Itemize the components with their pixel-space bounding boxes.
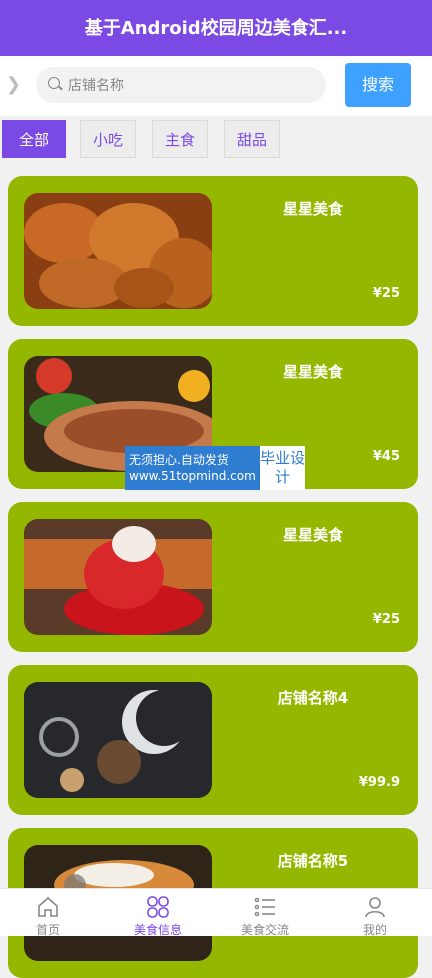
list-icon [253, 895, 277, 919]
user-icon [363, 895, 387, 919]
food-card[interactable]: 店铺名称4 ¥99.9 [8, 665, 418, 815]
food-price: ¥99.9 [358, 775, 400, 790]
watermark-side: 毕业设计 [260, 446, 305, 490]
food-name: 星星美食 [282, 363, 343, 381]
food-price: ¥45 [372, 449, 400, 464]
home-icon [36, 895, 60, 919]
food-image [24, 682, 212, 798]
food-name: 店铺名称5 [277, 852, 349, 870]
category-main[interactable]: 主食 [152, 120, 208, 158]
app-header: 基于Android校园周边美食汇... [0, 0, 432, 56]
page-title: 基于Android校园周边美食汇... [84, 18, 348, 39]
tab-food-exchange[interactable]: 美食交流 [220, 895, 310, 938]
food-image [24, 519, 212, 635]
bottom-tab-bar: 首页 美食信息 美食交流 我的 [0, 888, 432, 938]
category-snacks[interactable]: 小吃 [80, 120, 136, 158]
category-dessert[interactable]: 甜品 [224, 120, 280, 158]
grid-icon [146, 895, 170, 919]
food-price: ¥25 [372, 612, 400, 627]
food-image [24, 193, 212, 309]
category-filter: 全部 小吃 主食 甜品 [0, 120, 432, 162]
back-chevron-icon[interactable]: ❯ [6, 74, 21, 95]
watermark-line2: www.51topmind.com [129, 469, 256, 483]
search-button[interactable]: 搜索 [345, 63, 411, 107]
food-name: 星星美食 [282, 200, 343, 218]
watermark-line1: 无须担心.自动发货 [129, 453, 229, 467]
food-name: 店铺名称4 [277, 689, 349, 707]
watermark-banner: 无须担心.自动发货 www.51topmind.com 毕业设计 [125, 446, 305, 490]
tab-mine[interactable]: 我的 [330, 895, 420, 938]
food-card[interactable]: 星星美食 ¥25 [8, 502, 418, 652]
food-card[interactable]: 星星美食 ¥25 [8, 176, 418, 326]
tab-food-info[interactable]: 美食信息 [113, 895, 203, 938]
food-price: ¥25 [372, 286, 400, 301]
search-icon [48, 77, 60, 89]
tab-home[interactable]: 首页 [3, 895, 93, 938]
search-input[interactable] [66, 67, 310, 105]
search-field[interactable] [36, 67, 326, 105]
search-bar: ❯ 搜索 [0, 56, 432, 116]
category-all[interactable]: 全部 [2, 120, 66, 158]
food-name: 星星美食 [282, 526, 343, 544]
